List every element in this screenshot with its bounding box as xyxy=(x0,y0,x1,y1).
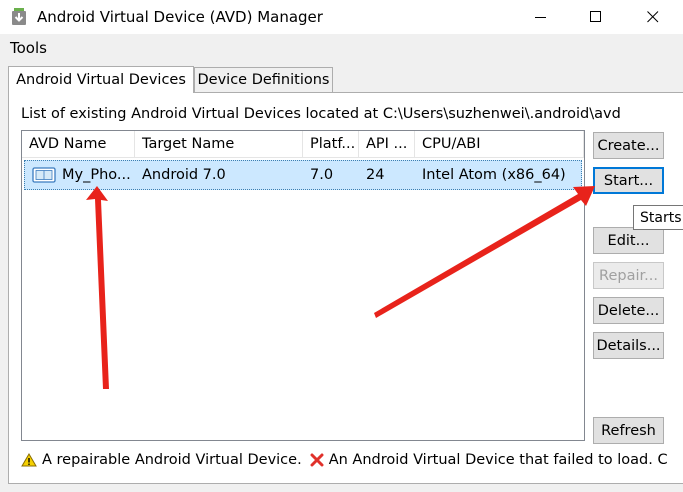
create-button[interactable]: Create... xyxy=(593,132,664,159)
close-button[interactable] xyxy=(630,0,676,34)
minimize-button[interactable] xyxy=(518,0,564,34)
menu-tools[interactable]: Tools xyxy=(10,39,47,57)
tab-device-definitions[interactable]: Device Definitions xyxy=(194,67,333,93)
legend-failed-text: An Android Virtual Device that failed to… xyxy=(328,452,668,468)
delete-button[interactable]: Delete... xyxy=(593,297,664,324)
avd-table[interactable]: AVD Name Target Name Platf... API ... CP… xyxy=(21,130,585,441)
cell-avd-name: My_Pho... xyxy=(62,167,131,183)
legend-repairable-text: A repairable Android Virtual Device. xyxy=(42,452,302,468)
close-icon xyxy=(647,11,659,23)
minimize-icon xyxy=(535,17,546,18)
maximize-icon xyxy=(590,11,601,22)
avd-list-caption: List of existing Android Virtual Devices… xyxy=(21,106,621,122)
maximize-button[interactable] xyxy=(573,0,619,34)
avd-manager-app-icon xyxy=(11,8,27,26)
column-header-target-name[interactable]: Target Name xyxy=(135,131,303,158)
start-button[interactable]: Start... xyxy=(593,167,664,194)
cell-api: 24 xyxy=(366,167,385,183)
error-x-icon xyxy=(310,453,324,467)
warning-icon xyxy=(21,453,37,467)
cell-platform: 7.0 xyxy=(310,167,334,183)
edit-button[interactable]: Edit... xyxy=(593,227,664,254)
column-header-platform[interactable]: Platf... xyxy=(303,131,359,158)
legend: A repairable Android Virtual Device. An … xyxy=(21,452,668,468)
refresh-button[interactable]: Refresh xyxy=(593,417,664,444)
repair-button[interactable]: Repair... xyxy=(593,262,664,289)
cell-target-name: Android 7.0 xyxy=(142,167,226,183)
start-tooltip: Starts xyxy=(633,205,683,230)
details-button[interactable]: Details... xyxy=(593,332,664,359)
table-row[interactable]: My_Pho... Android 7.0 7.0 24 Intel Atom … xyxy=(24,160,582,190)
device-icon xyxy=(32,161,56,189)
tab-android-virtual-devices[interactable]: Android Virtual Devices xyxy=(8,66,194,93)
column-header-avd-name[interactable]: AVD Name xyxy=(22,131,135,158)
cell-cpu-abi: Intel Atom (x86_64) xyxy=(422,167,566,183)
column-header-cpu-abi[interactable]: CPU/ABI xyxy=(415,131,584,158)
window-title: Android Virtual Device (AVD) Manager xyxy=(37,8,323,26)
column-header-api[interactable]: API ... xyxy=(359,131,415,158)
